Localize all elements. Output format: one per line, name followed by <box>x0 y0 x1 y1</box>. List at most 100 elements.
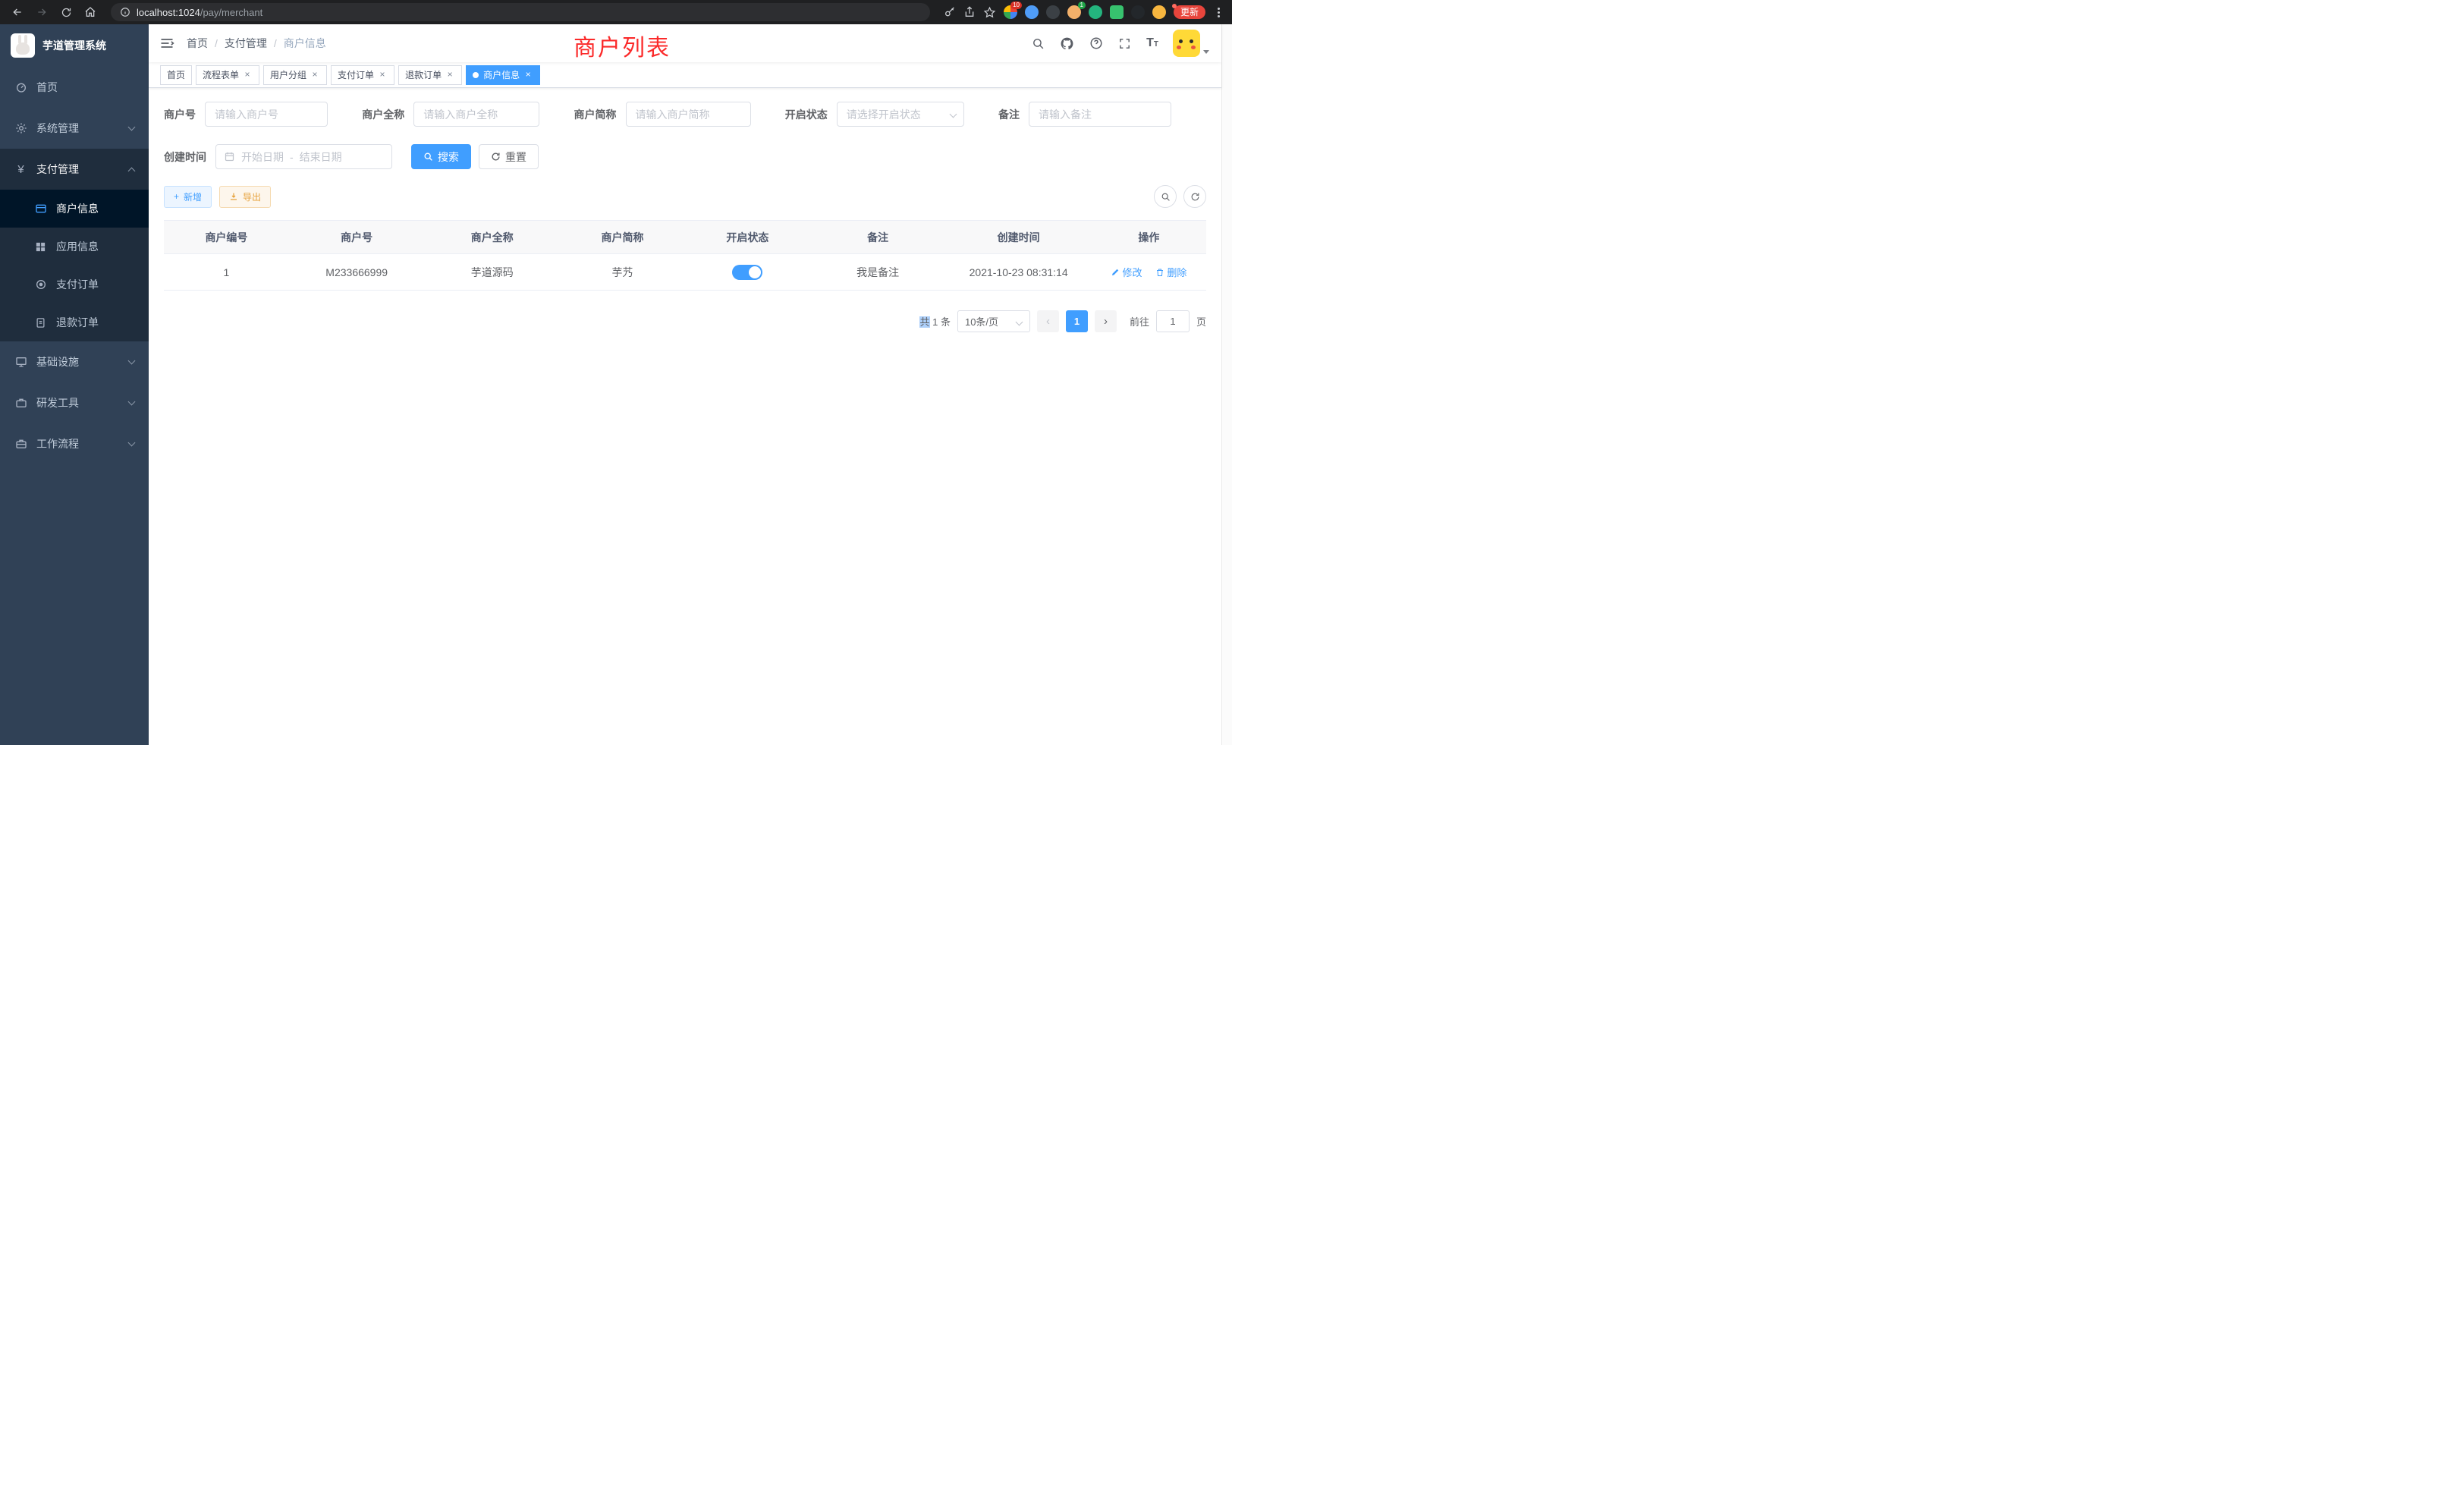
next-page-button[interactable]: › <box>1095 310 1117 332</box>
edit-button[interactable]: 修改 <box>1111 265 1142 279</box>
goto-page-input[interactable] <box>1156 310 1190 332</box>
extension-icon-5[interactable] <box>1089 5 1102 19</box>
search-icon[interactable] <box>1031 36 1045 51</box>
prev-page-button[interactable]: ‹ <box>1037 310 1059 332</box>
full-name-label: 商户全称 <box>362 107 404 122</box>
tab-refund-order[interactable]: 退款订单 × <box>398 65 462 85</box>
home-icon <box>84 6 96 18</box>
url-bar[interactable]: localhost:1024/pay/merchant <box>111 3 930 21</box>
close-icon[interactable]: × <box>242 70 253 80</box>
date-start-placeholder[interactable]: 开始日期 <box>241 149 284 165</box>
user-avatar[interactable] <box>1173 30 1200 57</box>
chevron-down-icon <box>128 398 136 406</box>
page-unit-label: 页 <box>1196 314 1206 328</box>
sidebar-item-system[interactable]: 系统管理 <box>0 108 149 149</box>
breadcrumb-payment[interactable]: 支付管理 <box>225 36 267 51</box>
col-remark: 备注 <box>810 221 946 254</box>
short-name-input[interactable] <box>626 102 751 127</box>
browser-update-button[interactable]: 更新 <box>1174 5 1205 19</box>
browser-reload-button[interactable] <box>56 2 76 22</box>
extension-icon-1[interactable]: 10 <box>1004 5 1017 19</box>
browser-home-button[interactable] <box>80 2 100 22</box>
full-name-input[interactable] <box>413 102 539 127</box>
sidebar-item-workflow[interactable]: 工作流程 <box>0 423 149 464</box>
cell-full-name: 芋道源码 <box>424 254 560 291</box>
sidebar-item-payment[interactable]: ¥ 支付管理 <box>0 149 149 190</box>
close-icon[interactable]: × <box>523 70 533 80</box>
refresh-table-button[interactable] <box>1183 185 1206 208</box>
monitor-icon <box>14 356 27 369</box>
remark-input[interactable] <box>1029 102 1171 127</box>
reload-icon <box>61 7 72 18</box>
status-select[interactable]: 请选择开启状态 <box>837 102 964 127</box>
page-number-1[interactable]: 1 <box>1066 310 1088 332</box>
chevron-down-icon <box>128 439 136 447</box>
sidebar-item-infrastructure[interactable]: 基础设施 <box>0 341 149 382</box>
chevron-up-icon <box>128 167 136 174</box>
font-size-icon[interactable]: TT <box>1146 36 1158 50</box>
date-end-placeholder[interactable]: 结束日期 <box>300 149 342 165</box>
pagination-total: 共 1 条 <box>919 314 950 328</box>
browser-back-button[interactable] <box>8 2 27 22</box>
breadcrumb-home[interactable]: 首页 <box>187 36 208 51</box>
sidebar-item-merchant-info[interactable]: 商户信息 <box>0 190 149 228</box>
cell-merchant-no: M233666999 <box>289 254 425 291</box>
download-icon <box>229 192 238 201</box>
fullscreen-icon[interactable] <box>1117 36 1132 51</box>
payment-submenu: 商户信息 应用信息 支付订单 退款订单 <box>0 190 149 341</box>
status-toggle[interactable] <box>732 265 762 280</box>
user-menu[interactable] <box>1173 30 1209 57</box>
close-icon[interactable]: × <box>310 70 320 80</box>
close-icon[interactable]: × <box>445 70 455 80</box>
github-icon[interactable] <box>1060 36 1074 51</box>
share-icon[interactable] <box>963 6 976 18</box>
profile-avatar-icon[interactable] <box>1152 5 1166 19</box>
page-size-select[interactable]: 10条/页 <box>957 310 1030 332</box>
extension-icon-7[interactable] <box>1131 5 1145 19</box>
chevron-down-icon <box>949 111 957 118</box>
sidebar-item-application-info[interactable]: 应用信息 <box>0 228 149 266</box>
toggle-search-button[interactable] <box>1154 185 1177 208</box>
app-logo[interactable]: 芋道管理系统 <box>0 24 149 67</box>
search-button[interactable]: 搜索 <box>411 144 471 169</box>
search-icon <box>423 152 433 162</box>
password-key-icon[interactable] <box>944 6 956 18</box>
col-status: 开启状态 <box>685 221 810 254</box>
site-info-icon[interactable] <box>120 7 130 17</box>
sidebar-item-refund-order[interactable]: 退款订单 <box>0 303 149 341</box>
sidebar-item-home[interactable]: 首页 <box>0 67 149 108</box>
tab-process-form[interactable]: 流程表单 × <box>196 65 259 85</box>
sidebar-item-dev-tools[interactable]: 研发工具 <box>0 382 149 423</box>
extension-icon-3[interactable] <box>1046 5 1060 19</box>
tab-merchant-info[interactable]: 商户信息 × <box>466 65 540 85</box>
export-button[interactable]: 导出 <box>219 186 271 208</box>
tab-pay-order[interactable]: 支付订单 × <box>331 65 394 85</box>
cell-merchant-id: 1 <box>164 254 289 291</box>
delete-button[interactable]: 删除 <box>1155 265 1186 279</box>
browser-menu-button[interactable] <box>1213 6 1224 19</box>
logo-image <box>11 33 35 58</box>
tab-user-group[interactable]: 用户分组 × <box>263 65 327 85</box>
cell-actions: 修改 删除 <box>1092 254 1206 291</box>
card-icon <box>34 203 47 215</box>
merchant-no-label: 商户号 <box>164 107 196 122</box>
add-button[interactable]: + 新增 <box>164 186 212 208</box>
reset-button[interactable]: 重置 <box>479 144 539 169</box>
browser-chrome: localhost:1024/pay/merchant 10 1 更新 <box>0 0 1232 24</box>
bookmark-star-icon[interactable] <box>983 6 996 19</box>
extension-icon-2[interactable] <box>1025 5 1039 19</box>
url-text: localhost:1024/pay/merchant <box>137 7 262 18</box>
scrollbar-gutter[interactable] <box>1221 24 1232 745</box>
tab-home[interactable]: 首页 <box>160 65 192 85</box>
hamburger-icon[interactable] <box>159 36 174 51</box>
col-actions: 操作 <box>1092 221 1206 254</box>
close-icon[interactable]: × <box>377 70 388 80</box>
toolbox-icon <box>14 397 27 410</box>
extension-icon-6[interactable] <box>1110 5 1124 19</box>
sidebar-item-pay-order[interactable]: 支付订单 <box>0 266 149 303</box>
merchant-no-input[interactable] <box>205 102 328 127</box>
browser-forward-button[interactable] <box>32 2 52 22</box>
help-icon[interactable] <box>1089 36 1103 51</box>
extension-icon-4[interactable]: 1 <box>1067 5 1081 19</box>
create-time-range-picker[interactable]: 开始日期 - 结束日期 <box>215 144 392 169</box>
